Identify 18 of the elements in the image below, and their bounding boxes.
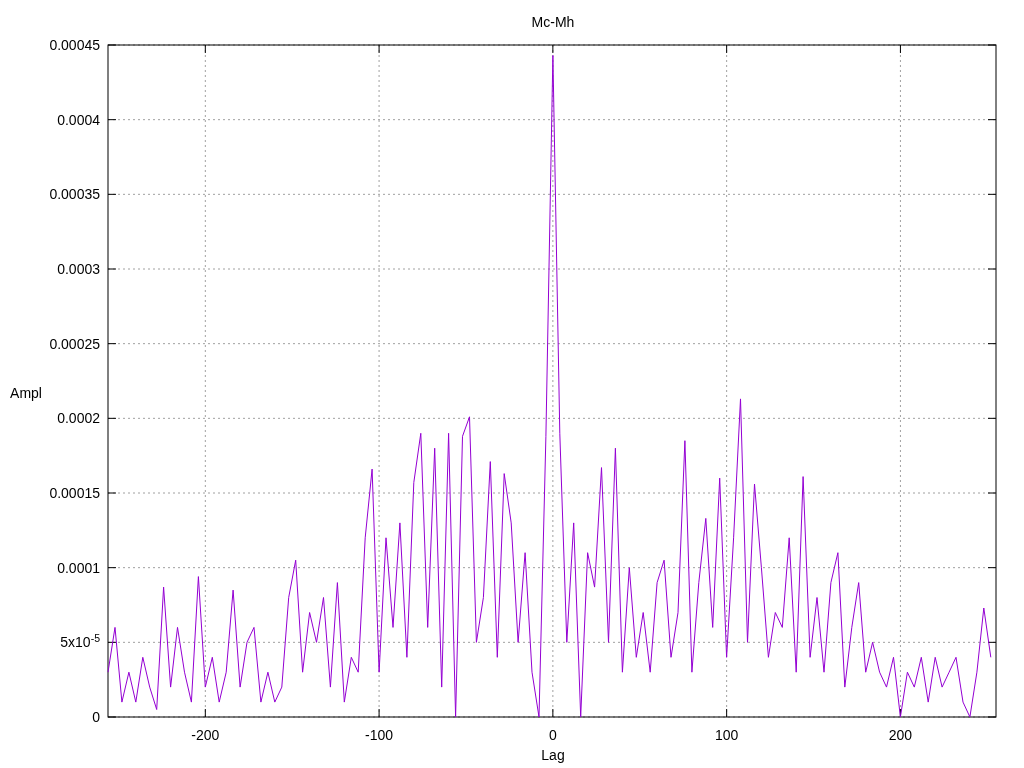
tick-label: 5x10$^{-5}$ xyxy=(60,634,100,651)
tick-label: 0 xyxy=(92,709,100,725)
axis-label: Ampl xyxy=(10,385,42,401)
tick-label: -100 xyxy=(365,727,394,743)
tick-label: -200 xyxy=(191,727,220,743)
tick-label: 0.00025 xyxy=(49,335,100,352)
axis-label: Lag xyxy=(541,747,565,763)
tick-label: 0.00045 xyxy=(49,37,100,53)
tick-label: 100 xyxy=(714,727,739,743)
tick-label: 200 xyxy=(888,727,913,743)
tick-label: 0 xyxy=(548,727,557,743)
tick-label: 0.00035 xyxy=(49,186,100,203)
chart-title: Mc-Mh xyxy=(531,14,575,30)
tick-label: 0.00015 xyxy=(49,485,100,501)
tick-label: 0.0001 xyxy=(57,559,100,576)
tick-label: 0.0002 xyxy=(57,410,100,427)
tick-label: 0.0004 xyxy=(57,111,100,128)
tick-label: 0.0003 xyxy=(57,261,100,277)
